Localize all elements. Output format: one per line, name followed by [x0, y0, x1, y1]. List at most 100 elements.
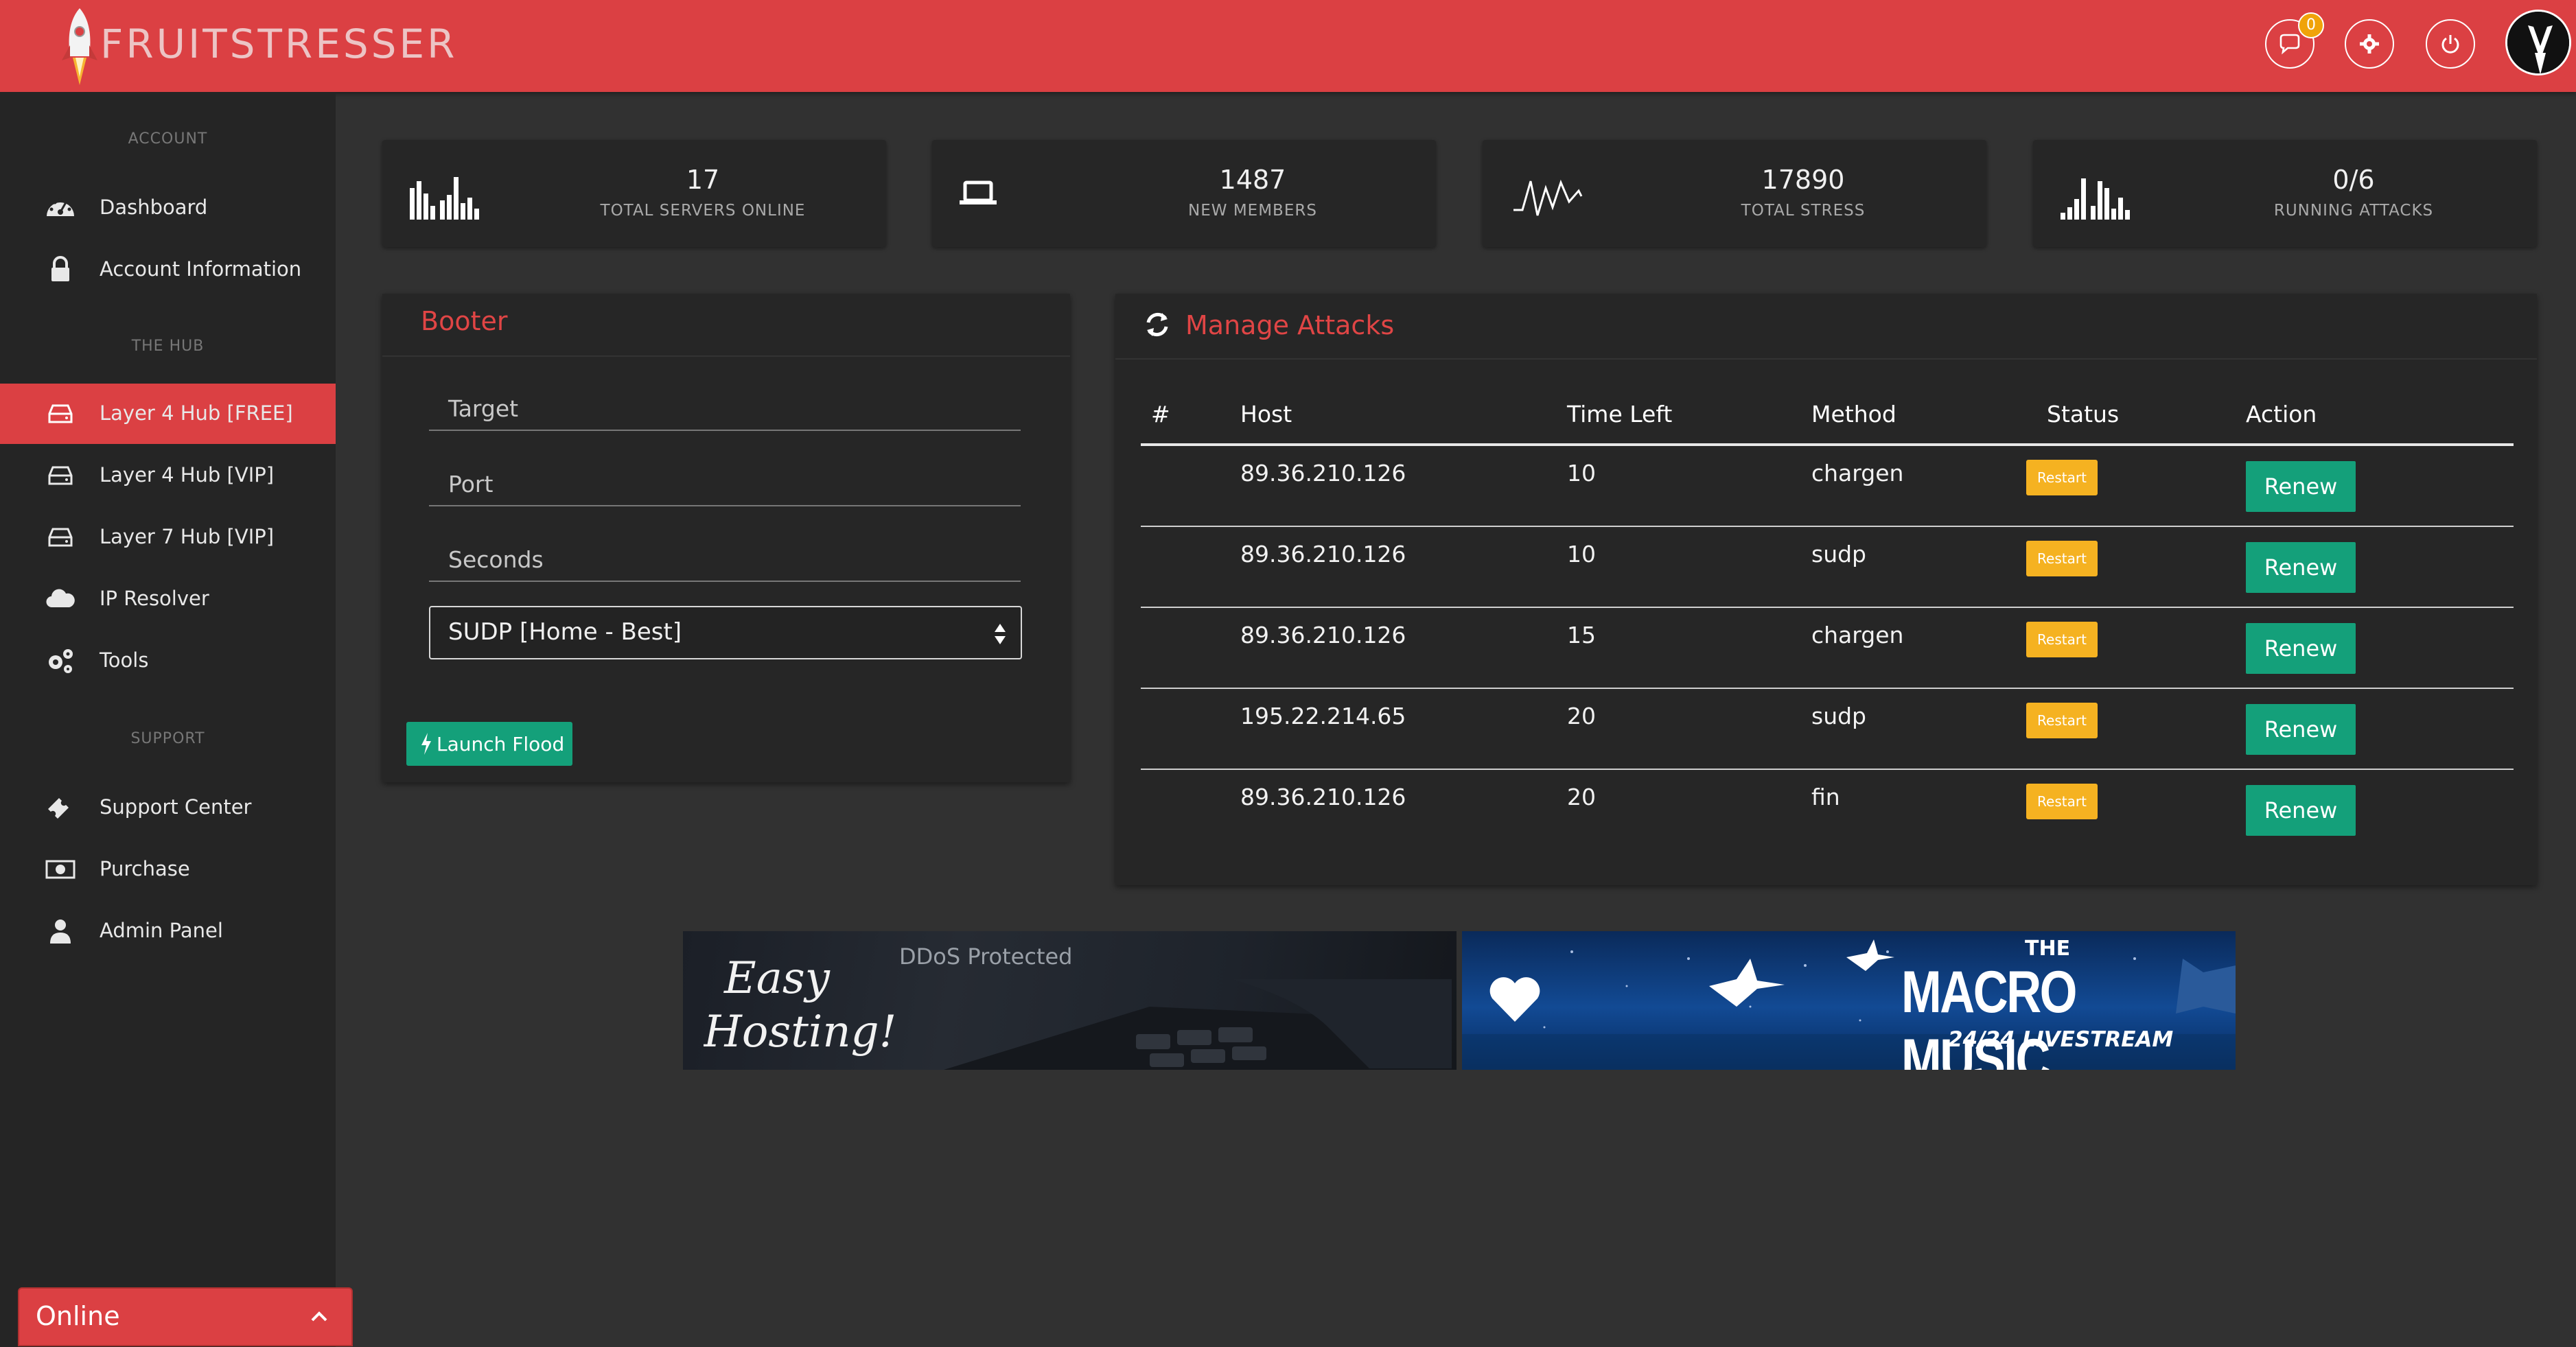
sidebar-item-purchase[interactable]: Purchase	[0, 839, 336, 900]
sidebar-item-account-information[interactable]: Account Information	[0, 239, 336, 300]
refresh-icon[interactable]	[1143, 310, 1172, 339]
panel-title: Manage Attacks	[1185, 310, 1395, 340]
sidebar: ACCOUNT Dashboard Account Information TH…	[0, 92, 336, 1347]
online-status-label: Online	[36, 1301, 120, 1331]
sidebar-item-layer4-vip[interactable]: Layer 4 Hub [VIP]	[0, 445, 336, 506]
restart-button[interactable]: Restart	[2026, 541, 2098, 576]
script-line-1: Easy	[723, 953, 831, 1004]
banner-the: THE	[2025, 937, 2071, 961]
table-row: 195.22.214.65 20 sudp Restart Renew	[1141, 689, 2514, 770]
sidebar-item-ip-resolver[interactable]: IP Resolver	[0, 569, 336, 629]
online-status-bar[interactable]: Online	[18, 1287, 353, 1346]
renew-button[interactable]: Renew	[2246, 461, 2356, 512]
stat-card-stress: 17890 TOTAL STRESS	[1483, 140, 1986, 247]
stat-card-servers: 17 TOTAL SERVERS ONLINE	[382, 140, 886, 247]
cell-method: chargen	[1811, 622, 1904, 648]
cell-method: sudp	[1811, 541, 1867, 567]
stat-caption: RUNNING ATTACKS	[2273, 202, 2434, 220]
restart-button[interactable]: Restart	[2026, 622, 2098, 657]
sidebar-item-label: Tools	[100, 648, 149, 672]
column-header-method: Method	[1811, 401, 1896, 427]
renew-button[interactable]: Renew	[2246, 623, 2356, 674]
stat-value: 17890	[1761, 165, 1845, 195]
sidebar-item-label: Dashboard	[100, 196, 208, 219]
script-text: Easy Hosting!	[704, 953, 896, 1057]
cell-time-left: 20	[1567, 703, 1596, 729]
column-header-number: #	[1151, 401, 1170, 427]
bar-chart-icon	[2061, 178, 2130, 220]
renew-button[interactable]: Renew	[2246, 704, 2356, 755]
music-ad-banner[interactable]: THE MACRO MUSIC 24/24 LIVESTREAM	[1462, 931, 2236, 1070]
renew-button[interactable]: Renew	[2246, 785, 2356, 836]
hosting-ad-banner[interactable]: Easy Hosting! DDoS Protected	[683, 931, 1457, 1070]
logo[interactable]: FRUITSTRESSER	[55, 3, 454, 89]
table-row: 89.36.210.126 10 chargen Restart Renew	[1141, 446, 2514, 527]
column-header-status: Status	[2047, 401, 2120, 427]
cell-host: 89.36.210.126	[1240, 622, 1406, 648]
seconds-field[interactable]: Seconds	[429, 520, 1021, 582]
table-row: 89.36.210.126 15 chargen Restart Renew	[1141, 608, 2514, 689]
divider	[382, 355, 1070, 357]
keyboard-graphic	[944, 979, 1452, 1070]
script-line-2: Hosting!	[704, 1007, 896, 1057]
target-field[interactable]: Target	[429, 369, 1021, 431]
sidebar-item-label: Layer 4 Hub [FREE]	[100, 401, 293, 425]
restart-button[interactable]: Restart	[2026, 784, 2098, 819]
lock-icon	[51, 256, 69, 281]
chat-icon	[2279, 34, 2300, 55]
ticket-icon	[48, 798, 69, 819]
stat-value: 1487	[1219, 165, 1286, 195]
stat-caption: TOTAL STRESS	[1741, 202, 1866, 220]
sidebar-item-label: Account Information	[100, 257, 302, 281]
avatar-icon	[2507, 12, 2569, 73]
logout-button[interactable]	[2426, 19, 2475, 69]
manage-attacks-panel: Manage Attacks # Host Time Left Method S…	[1115, 294, 2537, 885]
gear-icon	[2360, 34, 2379, 54]
restart-button[interactable]: Restart	[2026, 460, 2098, 495]
chat-button[interactable]: 0	[2265, 12, 2324, 69]
sidebar-item-support-center[interactable]: Support Center	[0, 777, 336, 838]
cell-time-left: 10	[1567, 541, 1596, 567]
sidebar-item-dashboard[interactable]: Dashboard	[0, 178, 336, 238]
cell-time-left: 10	[1567, 460, 1596, 487]
cell-method: sudp	[1811, 703, 1867, 729]
sidebar-item-label: IP Resolver	[100, 587, 209, 610]
stat-value: 0/6	[2332, 165, 2375, 195]
bolt-icon	[421, 733, 431, 755]
section-heading-hub: THE HUB	[131, 338, 205, 355]
restart-button[interactable]: Restart	[2026, 703, 2098, 738]
stat-card-attacks: 0/6 RUNNING ATTACKS	[2033, 140, 2537, 247]
cell-host: 89.36.210.126	[1240, 460, 1406, 487]
column-header-action: Action	[2246, 401, 2317, 427]
column-header-host: Host	[1240, 401, 1292, 427]
method-selected-value: SUDP [Home - Best]	[448, 618, 682, 646]
gears-icon	[49, 649, 73, 673]
sidebar-item-layer4-free[interactable]: Layer 4 Hub [FREE]	[0, 384, 336, 444]
dashboard-icon	[47, 198, 74, 216]
cell-method: chargen	[1811, 460, 1904, 487]
renew-button[interactable]: Renew	[2246, 542, 2356, 593]
sidebar-item-admin-panel[interactable]: Admin Panel	[0, 901, 336, 961]
cell-time-left: 20	[1567, 784, 1596, 810]
top-bar: FRUITSTRESSER 0	[0, 0, 2576, 92]
bar-chart-icon	[410, 177, 479, 220]
port-field[interactable]: Port	[429, 445, 1021, 506]
table-row: 89.36.210.126 20 fin Restart Renew	[1141, 770, 2514, 851]
method-select[interactable]: SUDP [Home - Best]	[429, 606, 1022, 659]
hdd-icon	[48, 404, 73, 423]
port-placeholder: Port	[448, 471, 494, 497]
hdd-icon	[48, 528, 73, 547]
sidebar-item-layer7-vip[interactable]: Layer 7 Hub [VIP]	[0, 507, 336, 567]
user-icon	[50, 920, 71, 944]
cell-host: 89.36.210.126	[1240, 784, 1406, 810]
sidebar-item-tools[interactable]: Tools	[0, 631, 336, 691]
launch-flood-button[interactable]: Launch Flood	[406, 722, 572, 766]
cloud-icon	[46, 589, 75, 608]
brand-name: FRUITSTRESSER	[100, 21, 458, 67]
select-arrows-icon	[995, 624, 1006, 644]
heart-icon	[1489, 977, 1540, 1022]
settings-button[interactable]	[2345, 19, 2394, 69]
stat-caption: TOTAL SERVERS ONLINE	[600, 202, 806, 220]
avatar[interactable]	[2505, 10, 2571, 75]
rocket-icon	[62, 8, 97, 85]
